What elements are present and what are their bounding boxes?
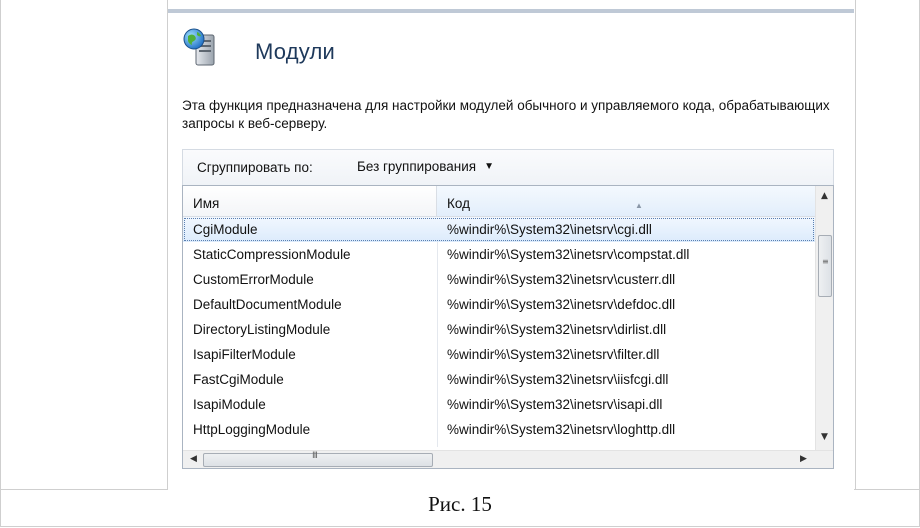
module-name: DefaultDocumentModule [193,297,342,312]
scroll-right-icon[interactable]: ▶ [795,451,812,468]
chevron-down-icon: ▼ [484,161,495,172]
vertical-scrollbar[interactable]: ▲ ≡ ▼ [815,186,833,450]
table-divider [855,0,856,490]
modules-list: Имя Код ▲ CgiModule %windir%\System32\ine… [182,185,834,469]
figure-caption: Рис. 15 [428,492,492,516]
modules-server-icon [182,27,220,67]
scrollbar-corner [816,451,833,468]
module-code-path: %windir%\System32\inetsrv\custerr.dll [447,272,676,287]
column-header-code[interactable]: Код ▲ [437,186,815,216]
grip-icon: ≡ [822,257,829,266]
group-by-toolbar: Сгруппировать по: Без группирования ▼ [182,149,834,186]
group-by-dropdown[interactable]: Без группирования ▼ [357,157,500,177]
module-code-path: %windir%\System32\inetsrv\filter.dll [447,347,660,362]
table-row[interactable]: DefaultDocumentModule %windir%\System32\i… [183,292,815,317]
horizontal-scroll-thumb[interactable]: III [203,451,433,467]
module-name: CgiModule [193,222,258,237]
module-name: StaticCompressionModule [193,247,351,262]
module-code-path: %windir%\System32\inetsrv\cgi.dll [447,222,652,237]
list-header: Имя Код ▲ [183,186,815,217]
table-row[interactable]: IsapiFilterModule %windir%\System32\inets… [183,342,815,367]
module-name: HttpLoggingModule [193,422,311,437]
table-row[interactable]: DirectoryListingModule %windir%\System32\… [183,317,815,342]
module-code-path: %windir%\System32\inetsrv\isapi.dll [447,397,663,412]
module-name: IsapiModule [193,397,266,412]
column-header-code-label: Код [447,196,470,211]
module-code-path: %windir%\System32\inetsrv\compstat.dll [447,247,690,262]
page-title: Модули [255,39,336,64]
column-header-name[interactable]: Имя [183,186,437,216]
horizontal-scrollbar[interactable]: ◀ III ▶ [183,450,833,468]
vertical-scroll-thumb[interactable]: ≡ [818,235,832,297]
scroll-left-icon[interactable]: ◀ [185,451,202,468]
table-row[interactable]: CustomErrorModule %windir%\System32\inets… [183,267,815,292]
iis-modules-panel: Модули Эта функция предназначена для нас… [168,9,854,491]
module-code-path: %windir%\System32\inetsrv\iisfcgi.dll [447,372,669,387]
feature-description: Эта функция предназначена для настройки … [182,98,830,131]
module-code-path: %windir%\System32\inetsrv\dirlist.dll [447,322,667,337]
module-code-path: %windir%\System32\inetsrv\defdoc.dll [447,297,676,312]
module-code-path: %windir%\System32\inetsrv\loghttp.dll [447,422,676,437]
table-row[interactable]: HttpLoggingModule %windir%\System32\inets… [183,417,815,442]
table-row[interactable]: StaticCompressionModule %windir%\System32… [183,242,815,267]
list-rows: CgiModule %windir%\System32\inetsrv\cgi.d… [183,217,815,442]
module-name: DirectoryListingModule [193,322,331,337]
module-name: CustomErrorModule [193,272,314,287]
grip-icon: III [312,451,318,461]
table-row[interactable]: IsapiModule %windir%\System32\inetsrv\isa… [183,392,815,417]
table-row[interactable]: FastCgiModule %windir%\System32\inetsrv\i… [183,367,815,392]
module-name: IsapiFilterModule [193,347,296,362]
scroll-up-icon[interactable]: ▲ [816,188,833,205]
group-by-label: Сгруппировать по: [197,160,313,175]
group-by-value: Без группирования [357,159,477,174]
module-name: FastCgiModule [193,372,284,387]
scroll-down-icon[interactable]: ▼ [816,429,833,446]
table-row[interactable]: CgiModule %windir%\System32\inetsrv\cgi.d… [183,217,815,242]
